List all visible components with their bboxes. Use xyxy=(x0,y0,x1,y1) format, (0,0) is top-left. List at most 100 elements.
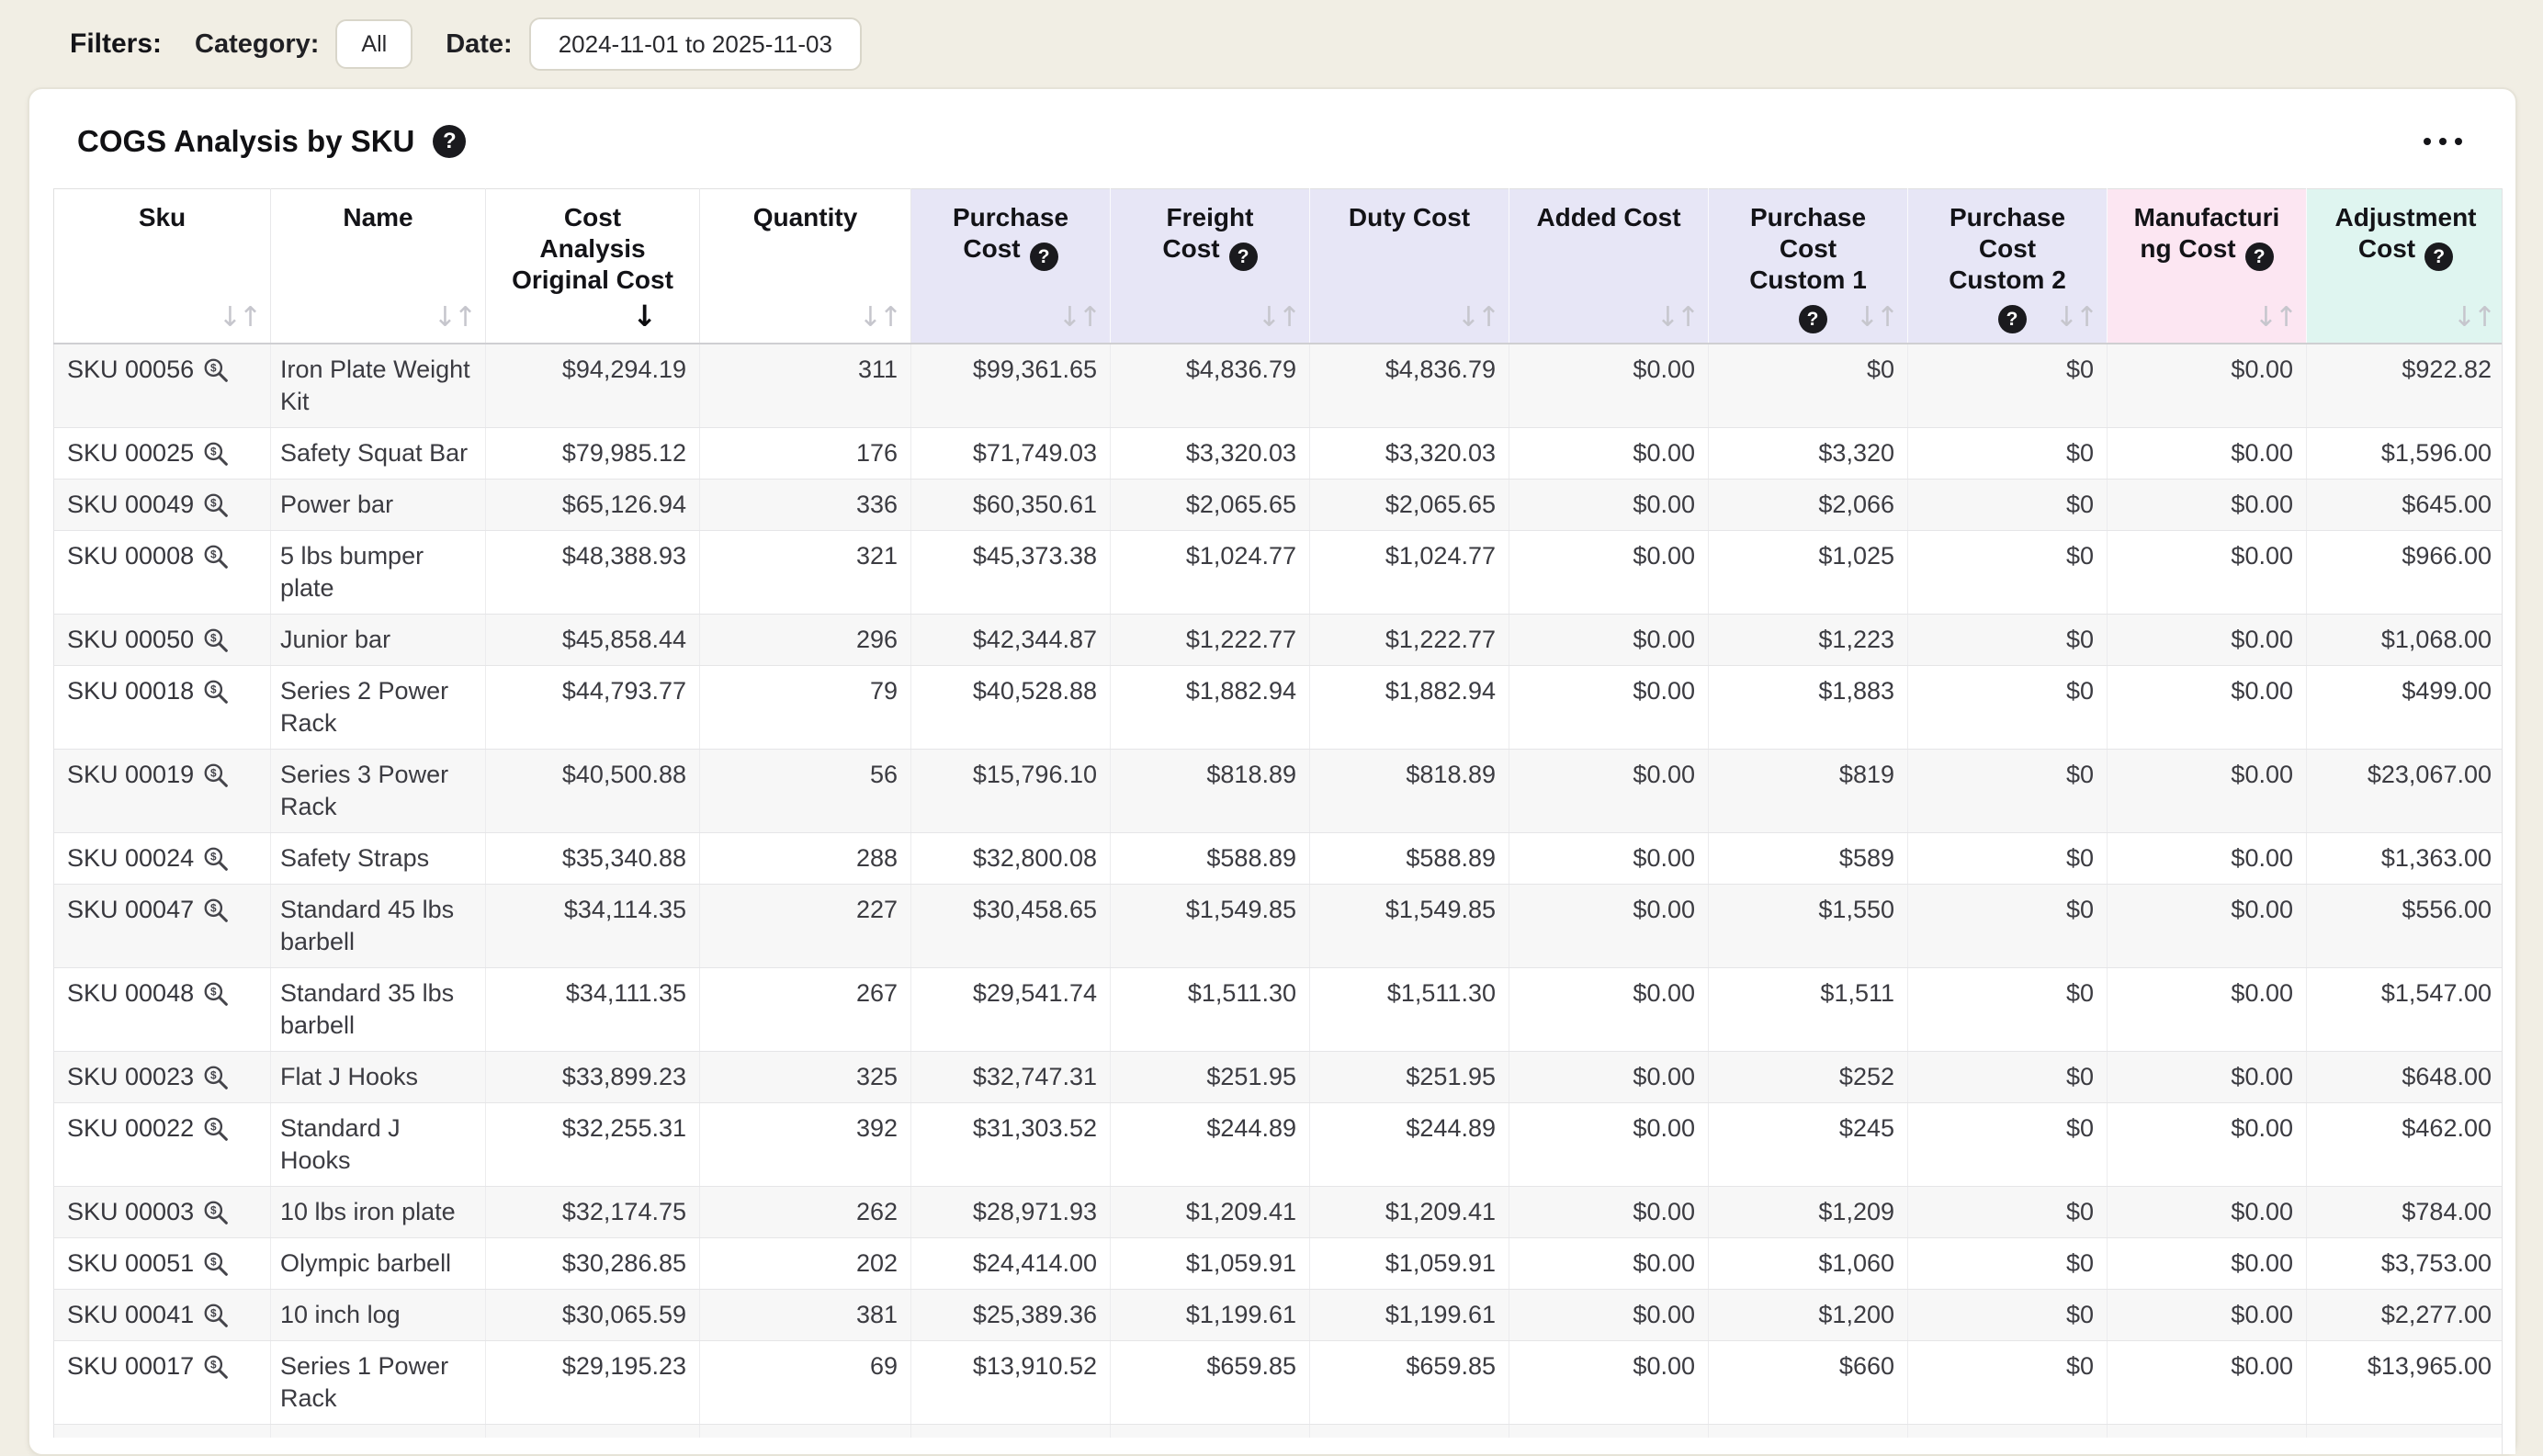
column-header-quantity[interactable]: Quantity ↓↑ xyxy=(700,189,911,344)
cell-manufacturing_cost: $0.00 xyxy=(2108,428,2307,480)
magnifier-dollar-icon[interactable]: $ xyxy=(202,1199,230,1226)
help-icon[interactable]: ? xyxy=(1030,243,1058,271)
svg-text:$: $ xyxy=(210,1069,217,1081)
cell-manufacturing_cost: $0.00 xyxy=(2108,1238,2307,1290)
cell-purchase_cost_custom_1: $2,066 xyxy=(1709,480,1908,531)
column-header-name[interactable]: Name ↓↑ xyxy=(271,189,486,344)
help-icon[interactable]: ? xyxy=(1799,305,1827,333)
sku-link[interactable]: SKU 00049 $ xyxy=(67,489,230,521)
magnifier-dollar-icon[interactable]: $ xyxy=(202,440,230,468)
cell-purchase_cost_custom_1: $1,883 xyxy=(1709,666,1908,750)
magnifier-dollar-icon[interactable]: $ xyxy=(202,980,230,1008)
column-label: Cost Analysis Original Cost xyxy=(512,203,673,294)
svg-text:$: $ xyxy=(210,632,217,644)
cell-name: Olympic barbell xyxy=(271,1238,486,1290)
help-icon[interactable]: ? xyxy=(2424,243,2453,271)
table-row: SKU 00023 $ Flat J Hooks$33,899.23325$32… xyxy=(54,1052,2505,1103)
magnifier-dollar-icon[interactable]: $ xyxy=(202,356,230,384)
cell-purchase_cost_custom_2: $0 xyxy=(1908,750,2108,833)
table-body: SKU 00056 $ Iron Plate Weight Kit$94,294… xyxy=(54,344,2505,1438)
column-label: Sku xyxy=(139,203,186,231)
svg-text:$: $ xyxy=(210,851,217,863)
sku-link[interactable]: SKU 00017 $ xyxy=(67,1350,230,1383)
sku-link[interactable]: SKU 00003 $ xyxy=(67,1196,230,1228)
column-header-purchase_cost[interactable]: Purchase Cost? ↓↑ xyxy=(911,189,1111,344)
sku-link[interactable]: SKU 00019 $ xyxy=(67,759,230,791)
cell-quantity: 262 xyxy=(700,1187,911,1238)
sku-link[interactable]: SKU 00041 $ xyxy=(67,1299,230,1331)
column-header-manufacturing_cost[interactable]: Manufacturing Cost? ↓↑ xyxy=(2108,189,2307,344)
date-range-select[interactable]: 2024-11-01 to 2025-11-03 xyxy=(529,17,862,71)
magnifier-dollar-icon[interactable]: $ xyxy=(202,678,230,705)
magnifier-dollar-icon[interactable]: $ xyxy=(202,1250,230,1278)
column-header-freight_cost[interactable]: Freight Cost? ↓↑ xyxy=(1111,189,1310,344)
sku-link[interactable]: SKU 00018 $ xyxy=(67,675,230,707)
sku-link[interactable]: SKU 00008 $ xyxy=(67,540,230,572)
column-header-purchase_cost_custom_1[interactable]: Purchase Cost Custom 1? ↓↑ xyxy=(1709,189,1908,344)
cell-purchase_cost_custom_1: $1,025 xyxy=(1709,531,1908,615)
sku-link[interactable]: SKU 00024 $ xyxy=(67,842,230,875)
help-icon[interactable]: ? xyxy=(1229,243,1258,271)
table-row: SKU 00008 $ 5 lbs bumper plate$48,388.93… xyxy=(54,531,2505,615)
help-icon[interactable]: ? xyxy=(1998,305,2027,333)
magnifier-dollar-icon[interactable]: $ xyxy=(202,1115,230,1143)
cell-quantity: 227 xyxy=(700,885,911,968)
cell-freight_cost: $1,059.91 xyxy=(1111,1238,1310,1290)
cell-adjustment_cost: $922.82 xyxy=(2307,344,2505,428)
magnifier-dollar-icon[interactable]: $ xyxy=(202,1302,230,1329)
card-help-icon[interactable]: ? xyxy=(433,125,466,158)
magnifier-dollar-icon[interactable]: $ xyxy=(202,626,230,654)
sku-text: SKU 00050 xyxy=(67,624,194,656)
column-header-duty_cost[interactable]: Duty Cost ↓↑ xyxy=(1310,189,1509,344)
cell-adjustment_cost: $3,753.00 xyxy=(2307,1238,2505,1290)
cell-cost_analysis_original_cost: $30,065.59 xyxy=(486,1290,700,1341)
cell-cost_analysis_original_cost: $34,111.35 xyxy=(486,968,700,1052)
cell-adjustment_cost: $1,547.00 xyxy=(2307,968,2505,1052)
table-cell xyxy=(271,1425,486,1438)
sku-link[interactable]: SKU 00023 $ xyxy=(67,1061,230,1093)
cell-duty_cost: $1,511.30 xyxy=(1310,968,1509,1052)
sku-link[interactable]: SKU 00048 $ xyxy=(67,977,230,1010)
cell-purchase_cost_custom_1: $660 xyxy=(1709,1341,1908,1425)
svg-text:$: $ xyxy=(210,986,217,998)
column-label: Adjustment Cost xyxy=(2335,203,2477,263)
magnifier-dollar-icon[interactable]: $ xyxy=(202,1064,230,1091)
column-header-sku[interactable]: Sku ↓↑ xyxy=(54,189,271,344)
category-select[interactable]: All xyxy=(335,19,413,69)
magnifier-dollar-icon[interactable]: $ xyxy=(202,845,230,873)
cell-added_cost: $0.00 xyxy=(1509,480,1709,531)
cell-quantity: 288 xyxy=(700,833,911,885)
column-header-added_cost[interactable]: Added Cost ↓↑ xyxy=(1509,189,1709,344)
column-header-cost_analysis_original_cost[interactable]: Cost Analysis Original Cost ↓ xyxy=(486,189,700,344)
sku-link[interactable]: SKU 00025 $ xyxy=(67,437,230,469)
sku-link[interactable]: SKU 00050 $ xyxy=(67,624,230,656)
sku-link[interactable]: SKU 00022 $ xyxy=(67,1112,230,1145)
column-label-wrap: Added Cost xyxy=(1536,203,1680,231)
cell-manufacturing_cost: $0.00 xyxy=(2108,1290,2307,1341)
cell-purchase_cost: $13,910.52 xyxy=(911,1341,1111,1425)
sku-link[interactable]: SKU 00051 $ xyxy=(67,1247,230,1280)
column-header-purchase_cost_custom_2[interactable]: Purchase Cost Custom 2? ↓↑ xyxy=(1908,189,2108,344)
column-header-adjustment_cost[interactable]: Adjustment Cost? ↓↑ xyxy=(2307,189,2505,344)
sku-link[interactable]: SKU 00056 $ xyxy=(67,354,230,386)
magnifier-dollar-icon[interactable]: $ xyxy=(202,1353,230,1381)
cell-cost_analysis_original_cost: $94,294.19 xyxy=(486,344,700,428)
cell-adjustment_cost: $23,067.00 xyxy=(2307,750,2505,833)
magnifier-dollar-icon[interactable]: $ xyxy=(202,897,230,924)
cell-purchase_cost_custom_2: $0 xyxy=(1908,344,2108,428)
magnifier-dollar-icon[interactable]: $ xyxy=(202,762,230,789)
cell-manufacturing_cost: $0.00 xyxy=(2108,750,2307,833)
sku-link[interactable]: SKU 00047 $ xyxy=(67,894,230,926)
table-cell xyxy=(2307,1425,2505,1438)
svg-text:$: $ xyxy=(210,446,217,457)
table-scrollbar[interactable] xyxy=(2502,188,2515,1454)
magnifier-dollar-icon[interactable]: $ xyxy=(202,491,230,519)
cell-purchase_cost_custom_2: $0 xyxy=(1908,1052,2108,1103)
sku-cell: SKU 00041 $ xyxy=(54,1290,271,1341)
card-menu-button[interactable] xyxy=(2413,127,2473,156)
help-icon[interactable]: ? xyxy=(2245,243,2274,271)
magnifier-dollar-icon[interactable]: $ xyxy=(202,543,230,570)
cell-added_cost: $0.00 xyxy=(1509,531,1709,615)
cell-manufacturing_cost: $0.00 xyxy=(2108,1187,2307,1238)
sku-cell: SKU 00056 $ xyxy=(54,344,271,428)
